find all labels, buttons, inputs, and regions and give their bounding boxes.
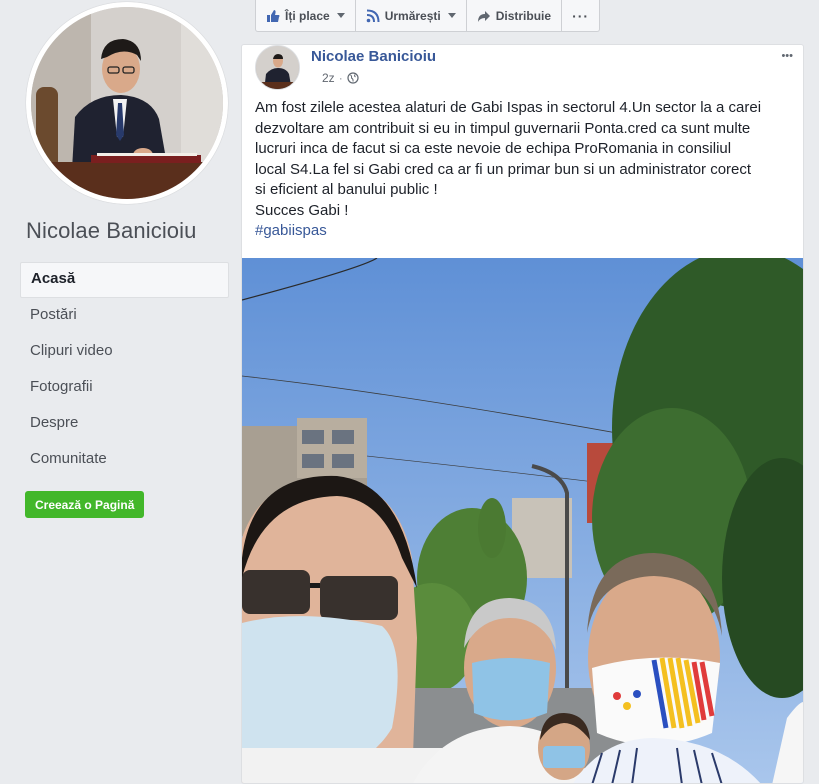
like-label: Îți place	[285, 8, 330, 23]
post-line: dezvoltare am contribuit si eu in timpul…	[255, 119, 751, 137]
post-line: local S4.La fel si Gabi cred ca ar fi un…	[255, 160, 752, 178]
post-options-icon[interactable]: •••	[781, 49, 793, 63]
page-action-bar: Îți place Urmărești Distribuie ···	[255, 0, 601, 32]
post-meta: 2z ·	[322, 71, 359, 85]
profile-photo-art	[31, 7, 223, 199]
left-column: Nicolae Banicioiu Acasă Postări Clipuri …	[0, 0, 240, 784]
thumbs-up-icon	[267, 9, 280, 22]
like-button[interactable]: Îți place	[256, 0, 356, 31]
more-options-button[interactable]: ···	[562, 0, 599, 31]
rss-icon	[366, 9, 380, 22]
profile-picture[interactable]	[26, 2, 228, 204]
profile-photo	[31, 7, 223, 199]
nav-item-acasa[interactable]: Acasă	[20, 262, 229, 298]
chevron-down-icon	[336, 13, 345, 18]
share-button[interactable]: Distribuie	[467, 0, 563, 31]
post-card: Nicolae Banicioiu 2z · ••• Am fost zilel…	[241, 44, 804, 784]
chevron-down-icon	[447, 13, 456, 18]
share-arrow-icon	[477, 10, 490, 22]
nav-item-despre[interactable]: Despre	[20, 406, 229, 442]
avatar-photo-icon	[256, 46, 299, 89]
post-line: lucruri inca de facut si ca este nevoie …	[255, 140, 732, 157]
nav-item-fotografii[interactable]: Fotografii	[20, 370, 229, 406]
nav-item-postari[interactable]: Postări	[20, 298, 229, 334]
post-photo[interactable]	[242, 258, 803, 783]
post-line: Am fost zilele acestea alaturi de Gabi I…	[255, 99, 762, 116]
follow-button[interactable]: Urmărești	[356, 0, 467, 31]
page-nav: Acasă Postări Clipuri video Fotografii D…	[20, 262, 229, 478]
post-line: Succes Gabi !	[255, 201, 349, 219]
right-edge	[806, 0, 819, 784]
hashtag-link[interactable]: #gabiispas	[255, 222, 327, 239]
more-icon: ···	[572, 7, 590, 24]
post-text: Am fost zilele acestea alaturi de Gabi I…	[255, 98, 795, 242]
nav-item-clipuri-video[interactable]: Clipuri video	[20, 334, 229, 370]
share-label: Distribuie	[495, 8, 552, 23]
nav-item-comunitate[interactable]: Comunitate	[20, 442, 229, 478]
post-author-avatar[interactable]	[255, 45, 300, 90]
selfie-photo	[242, 258, 803, 783]
post-author-name[interactable]: Nicolae Banicioiu	[311, 48, 436, 65]
post-timestamp[interactable]: 2z	[322, 71, 335, 85]
create-page-button[interactable]: Creează o Pagină	[25, 491, 145, 518]
page-name[interactable]: Nicolae Banicioiu	[26, 218, 196, 244]
post-line: si eficient al banului public !	[255, 181, 438, 198]
follow-label: Urmărești	[384, 8, 441, 23]
globe-icon[interactable]	[347, 72, 359, 84]
